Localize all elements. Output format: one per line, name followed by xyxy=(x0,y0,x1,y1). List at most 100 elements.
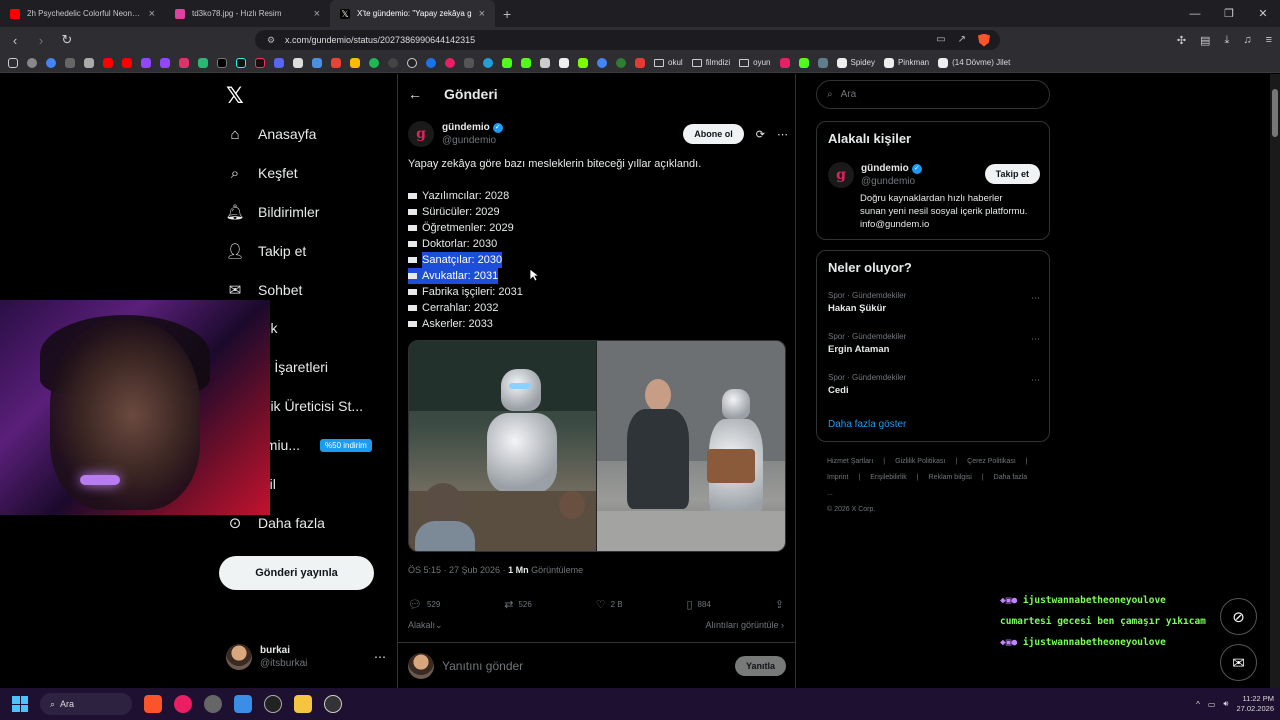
nav-notifications[interactable]: 🔔︎ Bildirimler xyxy=(225,203,319,221)
history-icon[interactable] xyxy=(27,57,37,68)
nav-chat[interactable]: ✉ Sohbet xyxy=(226,281,303,299)
media-image-waiting-room[interactable] xyxy=(596,341,785,551)
bookmark-icon[interactable] xyxy=(84,57,94,68)
close-tab-icon[interactable]: × xyxy=(149,8,155,20)
bookmark-icon[interactable] xyxy=(312,57,322,68)
more-dots-icon[interactable]: ⋯ xyxy=(1031,375,1040,386)
spotify-icon[interactable] xyxy=(369,57,379,68)
bookmark-icon[interactable] xyxy=(559,57,569,68)
close-tab-icon[interactable]: × xyxy=(314,8,320,20)
twitch-icon[interactable] xyxy=(160,57,170,68)
menu-icon[interactable]: ≡ xyxy=(1266,34,1272,47)
footer-link[interactable]: Imprint xyxy=(827,474,848,481)
kick-icon[interactable] xyxy=(798,57,809,68)
browser-tab-3[interactable]: 𝕏 X'te gündemio: "Yapay zekâya g × xyxy=(330,0,495,27)
more-dots-icon[interactable]: ⋯ xyxy=(374,650,386,664)
scrollbar-thumb[interactable] xyxy=(1272,89,1278,137)
avatar[interactable]: g xyxy=(408,121,434,147)
app-taskbar-icon[interactable] xyxy=(324,695,342,713)
apps-icon[interactable] xyxy=(8,57,18,68)
new-tab-icon[interactable]: + xyxy=(503,6,511,22)
github-icon[interactable] xyxy=(407,57,417,68)
google-icon[interactable] xyxy=(46,57,56,68)
view-quotes-link[interactable]: Alıntıları görüntüle › xyxy=(705,620,784,631)
bookmark-icon[interactable] xyxy=(445,57,455,68)
drive-icon[interactable] xyxy=(350,57,360,68)
bookmark-icon[interactable] xyxy=(198,57,208,68)
x-logo-icon[interactable]: 𝕏 xyxy=(226,84,244,109)
browser-tab-2[interactable]: td3ko78.jpg - Hızlı Resim × xyxy=(165,0,330,27)
reply-button[interactable]: 💬︎ 529 xyxy=(408,598,440,611)
gmail-icon[interactable] xyxy=(331,57,341,68)
bookmark-spidey[interactable]: Spidey xyxy=(836,57,875,68)
brave-taskbar-icon[interactable] xyxy=(144,695,162,713)
bookmark-folder-oyun[interactable]: oyun xyxy=(739,58,771,67)
share-button[interactable]: ⇪ xyxy=(775,598,784,611)
trend-item[interactable]: Spor · Gündemdekiler Ergin Ataman ⋯ xyxy=(828,332,1040,355)
kick-icon[interactable] xyxy=(502,57,512,68)
follow-button[interactable]: Takip et xyxy=(984,164,1040,184)
account-switcher[interactable]: burkai @itsburkai ⋯ xyxy=(226,641,386,673)
discord-icon[interactable] xyxy=(274,57,284,68)
bookmark-icon[interactable] xyxy=(817,57,828,68)
media-image-classroom[interactable] xyxy=(409,341,597,551)
app-taskbar-icon[interactable] xyxy=(264,695,282,713)
network-icon[interactable]: ▭ xyxy=(1208,700,1216,709)
extensions-icon[interactable]: ✣ xyxy=(1177,34,1186,47)
footer-link[interactable]: Hizmet Şartları xyxy=(827,458,873,465)
more-dots-icon[interactable]: ⋯ xyxy=(1031,334,1040,345)
related-person[interactable]: g gündemio ✓ @gundemio Takip et xyxy=(828,162,1040,188)
bookmark-icon[interactable] xyxy=(293,57,303,68)
bookmark-icon[interactable] xyxy=(616,57,626,68)
show-hidden-icons-icon[interactable]: ^ xyxy=(1196,700,1200,709)
windows-start-icon[interactable] xyxy=(12,696,28,712)
reply-input[interactable]: Yanıtını gönder xyxy=(442,659,523,673)
twitch-icon[interactable] xyxy=(141,57,151,68)
taskbar-search[interactable]: ⌕ Ara xyxy=(40,693,132,715)
youtube-icon[interactable] xyxy=(103,57,113,68)
nav-follow[interactable]: 👤︎ Takip et xyxy=(225,242,306,260)
bookmark-icon[interactable] xyxy=(464,57,474,68)
footer-link[interactable]: Reklam bilgisi xyxy=(929,474,972,481)
tiktok-icon[interactable] xyxy=(255,57,265,68)
footer-link[interactable]: Çerez Politikası xyxy=(967,458,1016,465)
footer-link[interactable]: Erişilebilirlik xyxy=(870,474,907,481)
show-more-link[interactable]: Daha fazla göster xyxy=(828,419,906,430)
share-icon[interactable]: ↗ xyxy=(958,34,966,47)
sort-dropdown[interactable]: Alakalı⌄ xyxy=(408,620,443,631)
trend-item[interactable]: Spor · Gündemdekiler Hakan Şükür ⋯ xyxy=(828,291,1040,314)
bookmark-icon[interactable] xyxy=(65,57,75,68)
search-input[interactable]: ⌕ Ara xyxy=(816,80,1050,109)
app-taskbar-icon[interactable] xyxy=(204,695,222,713)
repost-button[interactable]: ⇄ 526 xyxy=(504,598,532,611)
bookmark-icon[interactable] xyxy=(597,57,607,68)
instagram-icon[interactable] xyxy=(179,57,189,68)
photos-taskbar-icon[interactable] xyxy=(234,695,252,713)
minimize-icon[interactable]: — xyxy=(1178,0,1212,27)
nav-explore[interactable]: ⌕ Keşfet xyxy=(226,164,298,182)
page-scrollbar[interactable] xyxy=(1270,74,1280,688)
reload-icon[interactable]: ↻ xyxy=(60,32,74,48)
bookmark-pinkman[interactable]: Pinkman xyxy=(883,57,929,68)
post-button[interactable]: Gönderi yayınla xyxy=(219,556,374,590)
site-info-icon[interactable]: ⚙ xyxy=(267,35,275,46)
post-media[interactable] xyxy=(408,340,786,552)
sidebar-icon[interactable]: ▤ xyxy=(1200,34,1210,47)
back-arrow-icon[interactable]: ← xyxy=(408,86,422,102)
bookmark-icon[interactable] xyxy=(388,57,398,68)
like-button[interactable]: ♡ 2 B xyxy=(596,598,623,611)
telegram-icon[interactable] xyxy=(483,57,493,68)
avatar[interactable]: g xyxy=(828,162,854,188)
post-timestamp[interactable]: ÖS 5:15 · 27 Şub 2026 · xyxy=(408,565,508,575)
back-icon[interactable]: ‹ xyxy=(8,33,22,48)
file-explorer-taskbar-icon[interactable] xyxy=(294,695,312,713)
footer-link[interactable]: Gizlilik Politikası xyxy=(895,458,945,465)
author-name[interactable]: gündemio xyxy=(442,121,490,134)
brave-shields-icon[interactable] xyxy=(978,33,990,47)
downloads-icon[interactable]: ⤓ xyxy=(1224,34,1229,47)
media-icon[interactable]: ♫ xyxy=(1243,34,1251,47)
nav-more[interactable]: ⊙ Daha fazla xyxy=(226,514,325,532)
bookmark-icon[interactable] xyxy=(578,57,588,68)
bookmark-icon[interactable] xyxy=(635,57,645,68)
browser-tab-1[interactable]: 2h Psychedelic Colorful Neon Backgr × xyxy=(0,0,165,27)
